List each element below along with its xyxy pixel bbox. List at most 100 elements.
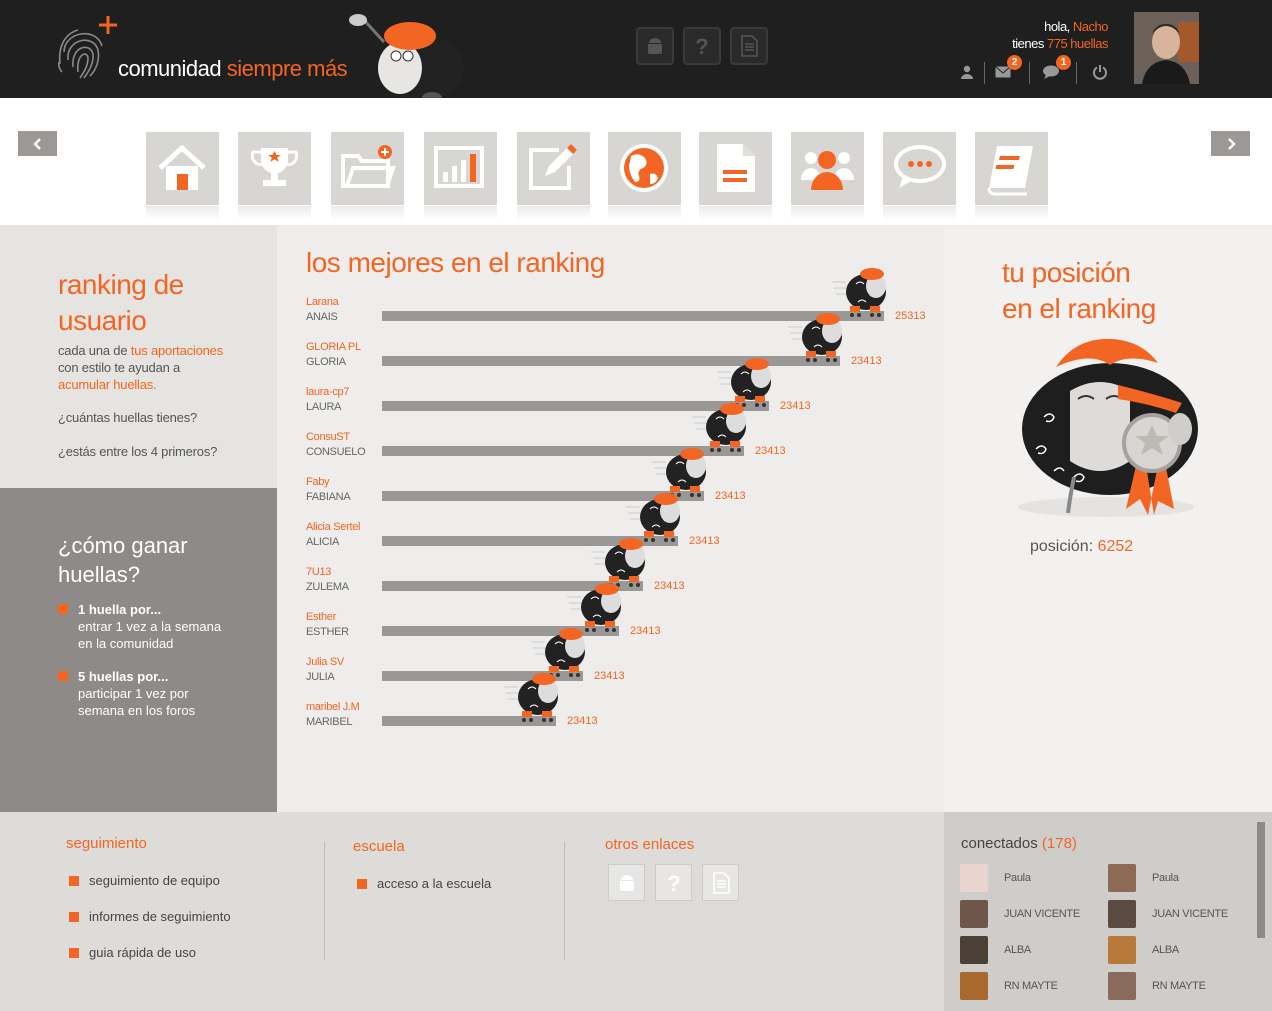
android-button[interactable] [636,27,674,65]
escuela-title: escuela [353,838,405,855]
user-avatar[interactable] [1134,12,1199,84]
android-icon [619,874,634,891]
ranking-real-name: CONSUELO [306,446,366,458]
arrow-bullet-icon [69,948,79,958]
arrow-bullet-icon [58,671,68,681]
chevron-right-icon [1227,137,1236,150]
arrow-bullet-icon [58,604,68,614]
chat-count-badge: 1 [1056,55,1071,70]
nav-tile-users[interactable] [791,132,864,220]
user-avatar[interactable] [960,936,988,964]
user-avatar[interactable] [960,900,988,928]
speech-bubble-icon [894,145,946,188]
aportaciones-link[interactable]: tus aportaciones [131,343,223,358]
ranking-username[interactable]: Julia SV [306,656,344,668]
footer-android-button[interactable] [608,864,645,901]
user-avatar[interactable] [1108,864,1136,892]
ranking-board-title: los mejores en el ranking [306,247,605,278]
user-avatar[interactable] [1108,936,1136,964]
nav-prev-button[interactable] [18,131,57,156]
nav-next-button[interactable] [1211,131,1250,156]
online-user-name[interactable]: RN MAYTE [1004,980,1058,992]
logout-button[interactable] [1090,62,1110,82]
ranking-score: 23413 [715,490,746,502]
arrow-bullet-icon [69,876,79,886]
footer-document-button[interactable] [702,864,739,901]
ranking-username[interactable]: Faby [306,476,330,488]
ranking-real-name: LAURA [306,401,342,413]
chat-button[interactable]: 1 [1042,55,1071,82]
top-four-question[interactable]: ¿estás entre los 4 primeros? [58,443,217,460]
trophy-icon [250,148,299,186]
messages-button[interactable]: 2 [993,55,1022,82]
nav-tile-awards[interactable] [238,132,311,220]
footer-link-guia[interactable]: guia rápida de uso [69,945,196,960]
online-user-name[interactable]: Paula [1152,872,1179,884]
online-user-name[interactable]: Paula [1004,872,1031,884]
ranking-board: los mejores en el ranking Larana ANAIS 253… [277,225,944,812]
my-position-title: tu posición en el ranking [1002,257,1156,324]
online-user-name[interactable]: ALBA [1152,944,1179,956]
ranking-username[interactable]: GLORIA PL [306,341,361,353]
acumular-huellas-link[interactable]: acumular huellas. [58,377,157,392]
home-icon [158,144,206,190]
ranking-score: 23413 [594,670,625,682]
footer-link-escuela[interactable]: acceso a la escuela [357,876,491,891]
header: comunidad siempre más ? hola, Nacho tien… [0,0,1272,104]
fingerprint-logo-icon [57,16,117,79]
ranking-title: ranking de usuario [58,269,184,336]
nav-tile-edit[interactable] [517,132,590,220]
user-avatar[interactable] [1108,972,1136,1000]
nav-tile-stats[interactable] [424,132,497,220]
user-greeting: hola, Nacho tienes 775 huellas [1012,19,1109,51]
user-avatar[interactable] [960,972,988,1000]
how-to-earn-title: ¿cómo ganar huellas? [58,533,188,587]
ranking-real-name: ANAIS [306,311,338,323]
document-button[interactable] [730,27,768,65]
svg-text:?: ? [695,34,708,58]
mail-count-badge: 2 [1007,55,1022,70]
ranking-username[interactable]: Esther [306,611,336,623]
ranking-score: 23413 [780,400,811,412]
navigation-strip [0,98,1272,225]
nav-tile-new-folder[interactable] [331,132,404,220]
user-name-link[interactable]: Nacho [1073,19,1109,34]
user-avatar[interactable] [1108,900,1136,928]
huellas-question[interactable]: ¿cuántas huellas tienes? [58,409,197,426]
globe-icon [620,144,668,192]
power-icon [1093,65,1107,80]
profile-button[interactable] [957,62,977,82]
online-users-scrollbar[interactable] [1257,822,1265,938]
sheep-mascot-icon [349,14,464,104]
help-button[interactable]: ? [683,27,721,65]
document-icon [712,871,730,894]
ranking-username[interactable]: 7U13 [306,566,331,578]
folder-add-icon [341,145,396,188]
ranking-score: 23413 [689,535,720,547]
online-user-name[interactable]: JUAN VICENTE [1152,908,1228,920]
ranking-username[interactable]: ConsuST [306,431,350,443]
footer-link-informes[interactable]: informes de seguimiento [69,909,231,924]
sheep-medal-icon [1018,338,1198,517]
footer-link-seguimiento-equipo[interactable]: seguimiento de equipo [69,873,220,888]
online-user-name[interactable]: RN MAYTE [1152,980,1206,992]
bar-chart-icon [434,146,484,188]
nav-tile-home[interactable] [146,132,219,220]
my-position-value: posición: 6252 [1030,538,1134,555]
ranking-real-name: ESTHER [306,626,349,638]
footer-help-button[interactable]: ? [655,864,692,901]
nav-tile-notebook[interactable] [975,132,1048,220]
online-user-name[interactable]: ALBA [1004,944,1031,956]
user-avatar[interactable] [960,864,988,892]
nav-tile-documents[interactable] [699,132,772,220]
ranking-username[interactable]: maribel J.M [306,701,360,713]
ranking-username[interactable]: laura-cp7 [306,386,349,398]
nav-tile-world[interactable] [608,132,681,220]
online-user-name[interactable]: JUAN VICENTE [1004,908,1080,920]
ranking-score: 25313 [895,310,926,322]
help-icon: ? [667,871,680,895]
ranking-username[interactable]: Larana [306,296,339,308]
ranking-username[interactable]: Alicia Sertel [306,521,360,533]
nav-tile-chat[interactable] [883,132,956,220]
ranking-real-name: ALICIA [306,536,340,548]
